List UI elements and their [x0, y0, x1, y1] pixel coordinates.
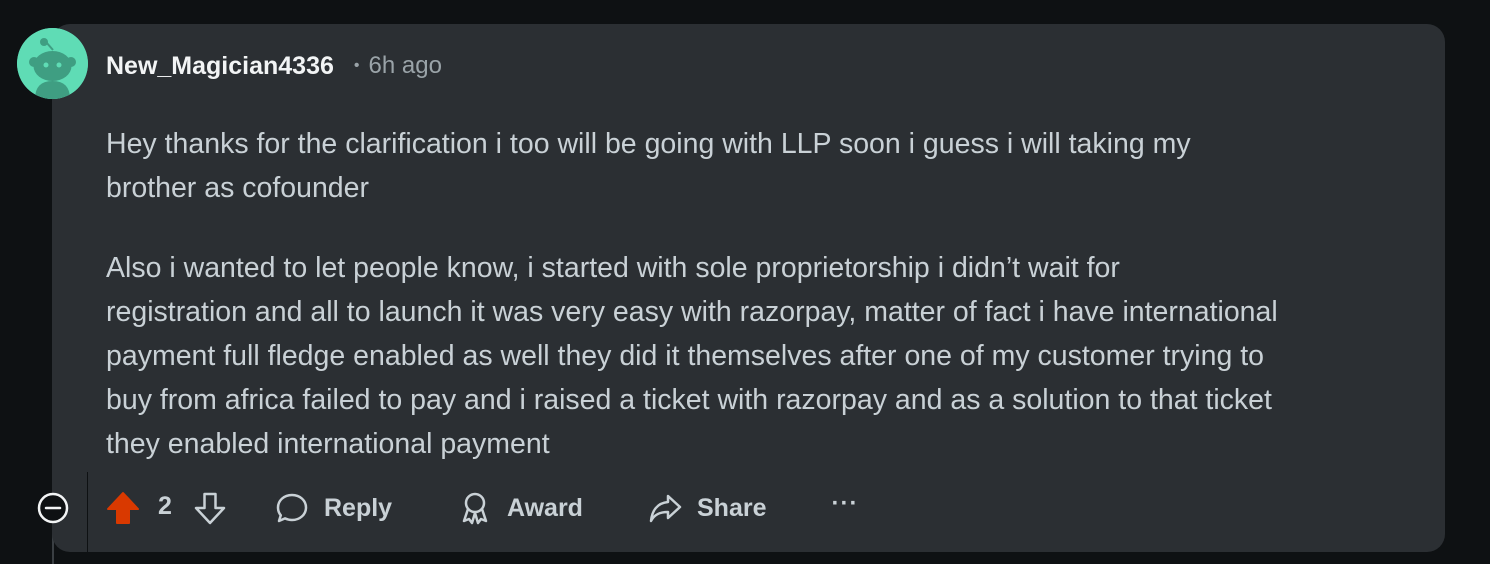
share-label: Share	[697, 493, 767, 522]
username-link[interactable]: New_Magician4336	[106, 52, 334, 81]
upvote-arrow-icon	[107, 492, 139, 524]
upvote-button[interactable]	[105, 490, 141, 526]
vote-count: 2	[158, 492, 172, 520]
comment-paragraph: Hey thanks for the clarification i too w…	[106, 122, 1436, 210]
reply-button[interactable]: Reply	[274, 488, 392, 528]
comment-header: New_Magician4336 • 6h ago	[106, 48, 442, 84]
collapse-minus-icon	[37, 492, 69, 524]
award-button[interactable]: Award	[457, 488, 583, 528]
award-label: Award	[507, 493, 583, 522]
downvote-button[interactable]	[192, 490, 228, 526]
downvote-arrow-icon	[194, 492, 226, 525]
comment-body: Hey thanks for the clarification i too w…	[106, 122, 1436, 466]
comment-line: registration and all to launch it was ve…	[106, 296, 1278, 328]
comment-line: Also i wanted to let people know, i star…	[106, 252, 1120, 284]
comment-line: Hey thanks for the clarification i too w…	[106, 128, 1191, 160]
snoo-avatar-icon	[17, 28, 88, 99]
reply-label: Reply	[324, 493, 393, 522]
share-button[interactable]: Share	[647, 488, 766, 528]
share-arrow-icon	[649, 494, 682, 523]
comment-paragraph: Also i wanted to let people know, i star…	[106, 246, 1436, 466]
comment-action-bar: 2 Reply Award Share ···	[0, 484, 1000, 532]
page: New_Magician4336 • 6h ago Hey thanks for…	[0, 0, 1490, 564]
more-options-button[interactable]: ···	[828, 490, 862, 526]
timestamp[interactable]: 6h ago	[369, 52, 442, 80]
comment-line: payment full fledge enabled as well they…	[106, 340, 1265, 372]
separator-dot: •	[353, 57, 360, 74]
award-ribbon-icon	[462, 492, 488, 525]
comment-line: they enabled international payment	[106, 428, 550, 460]
avatar[interactable]	[17, 28, 88, 99]
speech-bubble-icon	[276, 493, 308, 523]
collapse-button[interactable]	[36, 491, 70, 525]
comment-line: brother as cofounder	[106, 172, 369, 204]
comment-line: buy from africa failed to pay and i rais…	[106, 384, 1272, 416]
